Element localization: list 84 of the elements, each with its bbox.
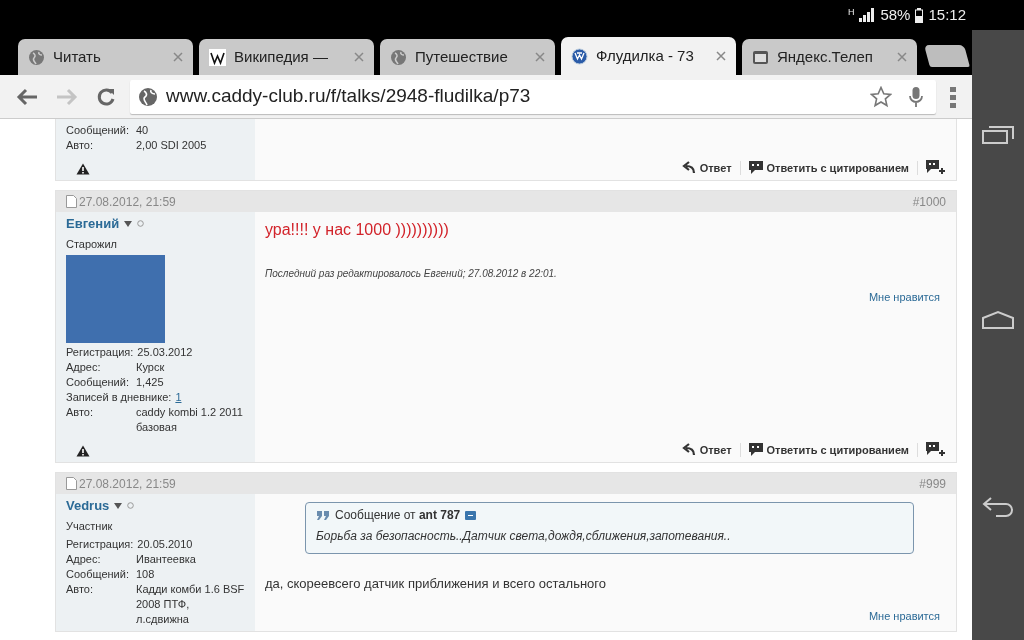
new-tab-button[interactable] xyxy=(924,45,970,67)
username-link[interactable]: Евгений xyxy=(66,216,120,231)
multi-quote-button[interactable] xyxy=(926,442,946,458)
view-post-icon[interactable] xyxy=(465,510,477,520)
browser-tab[interactable]: Флудилка - 73 xyxy=(561,37,736,75)
caret-down-icon[interactable] xyxy=(124,220,133,227)
quote-reply-button[interactable]: Ответить с цитированием xyxy=(748,441,909,458)
status-circle-icon xyxy=(127,502,135,509)
quote-text: Борьба за безопасность..Датчик света,дождя,сближения,запотевания.. xyxy=(316,528,732,545)
field-label: Регистрация: xyxy=(66,537,134,552)
field-value: 2,00 SDI 2005 xyxy=(136,138,207,153)
reply-arrow-icon xyxy=(680,161,696,175)
menu-icon xyxy=(950,85,956,108)
close-icon[interactable] xyxy=(716,51,726,61)
globe-icon xyxy=(138,86,158,107)
field-value: 108 xyxy=(136,567,155,582)
username-link[interactable]: Vedrus xyxy=(66,498,110,513)
clock: 15:12 xyxy=(928,4,966,25)
field-label: Записей в дневнике: xyxy=(66,390,172,405)
caret-down-icon[interactable] xyxy=(114,502,123,509)
field-value: Кадди комби 1.6 BSF 2008 ПТФ, л.сдвижна xyxy=(136,582,245,627)
battery-icon xyxy=(915,7,924,23)
document-icon xyxy=(66,477,77,490)
reply-button[interactable]: Ответ xyxy=(680,159,732,176)
field-value: 20.05.2010 xyxy=(137,537,193,552)
post-date: 27.08.2012, 21:59 xyxy=(79,193,176,211)
quote-author: Сообщение от ant 787 xyxy=(335,507,461,524)
multi-quote-button[interactable] xyxy=(926,160,946,176)
w-logo-icon xyxy=(209,48,226,66)
back-icon[interactable] xyxy=(981,495,1015,518)
document-icon xyxy=(66,195,77,208)
edit-note: Последний раз редактировалось Евгений; 27.08.2012 в 22:01. xyxy=(265,267,558,281)
battery-percent: 58% xyxy=(880,4,911,25)
signal-icon xyxy=(859,8,876,22)
like-link[interactable]: Мне нравится xyxy=(868,289,940,306)
field-value: 40 xyxy=(136,123,149,138)
browser-tab[interactable]: Читать xyxy=(18,39,193,75)
speech-bubble-icon xyxy=(748,443,763,457)
speech-bubble-icon xyxy=(748,161,763,175)
back-arrow-icon xyxy=(16,87,38,106)
field-value: 1,425 xyxy=(136,375,164,390)
post-message: да, скореевсего датчик приближения и всего остального xyxy=(265,575,608,593)
field-label: Авто: xyxy=(66,138,95,153)
field-value: caddy kombi 1.2 2011 базовая xyxy=(136,405,244,435)
field-label: Адрес: xyxy=(66,360,102,375)
reply-arrow-icon xyxy=(680,443,696,457)
forward-arrow-icon xyxy=(56,87,78,106)
quote-marks-icon xyxy=(316,509,330,521)
field-label: Адрес: xyxy=(66,552,102,567)
post-date: 27.08.2012, 21:59 xyxy=(79,475,176,493)
post-message: ура!!!! у нас 1000 )))))))))) xyxy=(265,220,450,240)
status-circle-icon xyxy=(137,220,145,227)
user-rank: Участник xyxy=(66,519,114,534)
field-value: Курск xyxy=(136,360,165,375)
network-type-label: H xyxy=(847,6,855,19)
diary-count-link[interactable]: 1 xyxy=(175,390,182,405)
reload-icon xyxy=(96,86,116,107)
field-label: Сообщений: xyxy=(66,123,130,138)
bubble-plus-icon xyxy=(926,160,946,176)
field-value: Ивантеевка xyxy=(136,552,196,567)
home-icon[interactable] xyxy=(981,310,1015,330)
warning-icon xyxy=(76,163,90,176)
field-label: Регистрация: xyxy=(66,345,134,360)
globe-icon xyxy=(28,48,45,66)
star-icon xyxy=(870,85,892,108)
window-icon xyxy=(752,48,769,66)
vw-logo-icon xyxy=(571,47,588,65)
bubble-plus-icon xyxy=(926,442,946,458)
microphone-icon xyxy=(908,85,924,108)
field-label: Сообщений: xyxy=(66,375,130,390)
field-label: Сообщений: xyxy=(66,567,130,582)
globe-icon xyxy=(390,48,407,66)
quote-reply-button[interactable]: Ответить с цитированием xyxy=(748,159,909,176)
browser-tab[interactable]: Путешествие xyxy=(380,39,555,75)
browser-tab[interactable]: Яндекс.Телеп xyxy=(742,39,917,75)
like-link[interactable]: Мне нравится xyxy=(868,607,940,624)
reply-button[interactable]: Ответ xyxy=(680,441,732,458)
warning-icon xyxy=(76,445,90,458)
address-bar[interactable]: www.caddy-club.ru/f/talks/2948-fludilka/p73 xyxy=(130,79,936,114)
field-label: Авто: xyxy=(66,405,95,420)
user-rank: Старожил xyxy=(66,237,118,252)
field-label: Авто: xyxy=(66,582,95,597)
field-value: 25.03.2012 xyxy=(137,345,193,360)
browser-tab[interactable]: Википедия — xyxy=(199,39,374,75)
